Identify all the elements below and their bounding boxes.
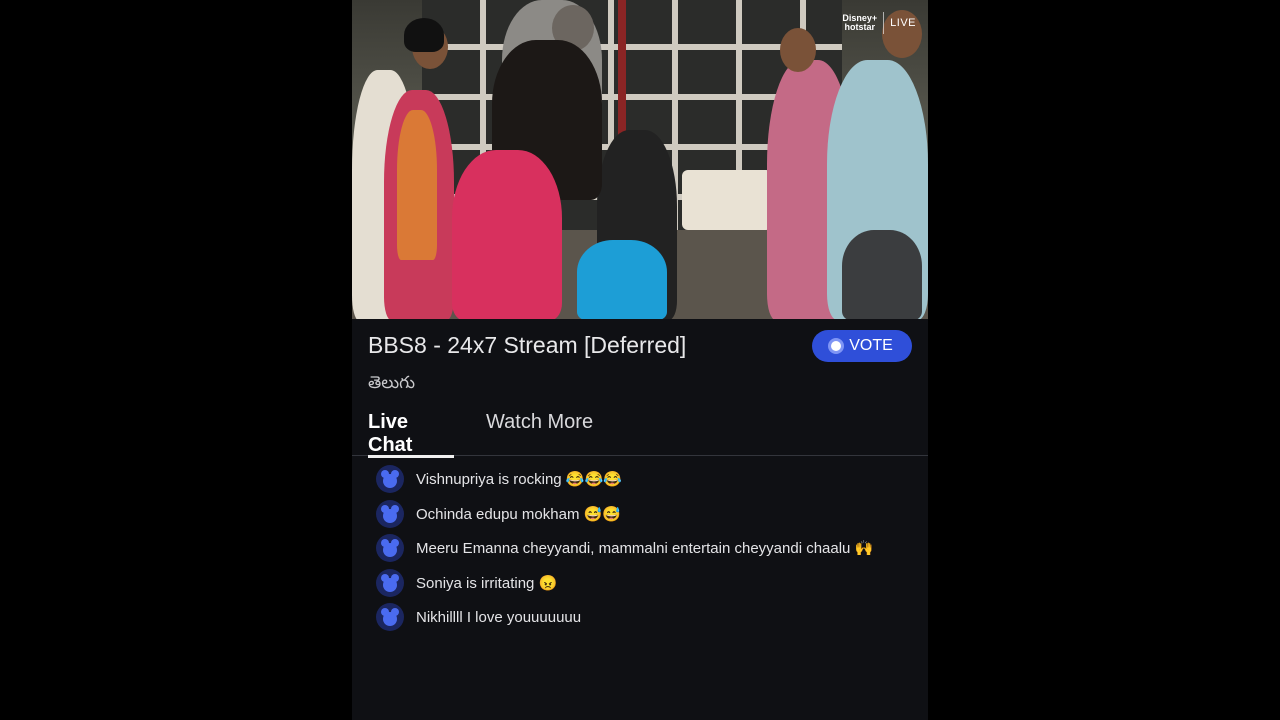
chat-message: Ochinda edupu mokham 😅😅 bbox=[376, 497, 916, 532]
video-figure bbox=[397, 110, 437, 260]
video-figure-hair bbox=[404, 18, 444, 52]
chat-message: Soniya is irritating 😠 bbox=[376, 566, 916, 601]
video-figure-head bbox=[780, 28, 816, 72]
mickey-avatar-icon bbox=[376, 568, 404, 597]
video-figure bbox=[577, 240, 667, 319]
video-figure bbox=[452, 150, 562, 319]
chat-message-text: Meeru Emanna cheyyandi, mammalni enterta… bbox=[416, 540, 874, 558]
chat-message: Meeru Emanna cheyyandi, mammalni enterta… bbox=[376, 531, 916, 566]
mickey-avatar-icon bbox=[376, 534, 404, 563]
vote-label: VOTE bbox=[849, 337, 893, 354]
mickey-avatar-icon bbox=[376, 465, 404, 494]
chat-message-text: Ochinda edupu mokham 😅😅 bbox=[416, 505, 621, 523]
hotstar-logo: Disney+ hotstar bbox=[842, 14, 877, 32]
chat-message: Nikhillll I love youuuuuuu bbox=[376, 600, 916, 635]
badge-divider bbox=[883, 12, 885, 34]
live-label: LIVE bbox=[890, 17, 916, 29]
chat-message-text: Vishnupriya is rocking 😂😂😂 bbox=[416, 471, 622, 489]
tab-bar: Live Chat Watch More bbox=[352, 403, 928, 458]
tab-live-chat[interactable]: Live Chat bbox=[368, 411, 454, 458]
mickey-avatar-icon bbox=[376, 499, 404, 528]
vote-button[interactable]: VOTE bbox=[812, 330, 912, 362]
chat-message-text: Soniya is irritating 😠 bbox=[416, 574, 558, 592]
stream-screen: Disney+ hotstar LIVE BBS8 - 24x7 Stream … bbox=[352, 0, 928, 720]
hotstar-logo-line2: hotstar bbox=[844, 22, 875, 32]
vote-radio-icon bbox=[831, 341, 842, 351]
hotstar-live-badge: Disney+ hotstar LIVE bbox=[842, 12, 916, 34]
mickey-avatar-icon bbox=[376, 603, 404, 632]
live-chat-list: Vishnupriya is rocking 😂😂😂 Ochinda edupu… bbox=[376, 462, 916, 635]
video-player[interactable]: Disney+ hotstar LIVE bbox=[352, 0, 928, 319]
video-figure bbox=[842, 230, 922, 319]
stream-language: తెలుగు bbox=[368, 373, 415, 392]
chat-message: Vishnupriya is rocking 😂😂😂 bbox=[376, 462, 916, 497]
tab-watch-more[interactable]: Watch More bbox=[486, 411, 593, 434]
video-sofa bbox=[682, 170, 772, 230]
chat-message-text: Nikhillll I love youuuuuuu bbox=[416, 608, 582, 626]
